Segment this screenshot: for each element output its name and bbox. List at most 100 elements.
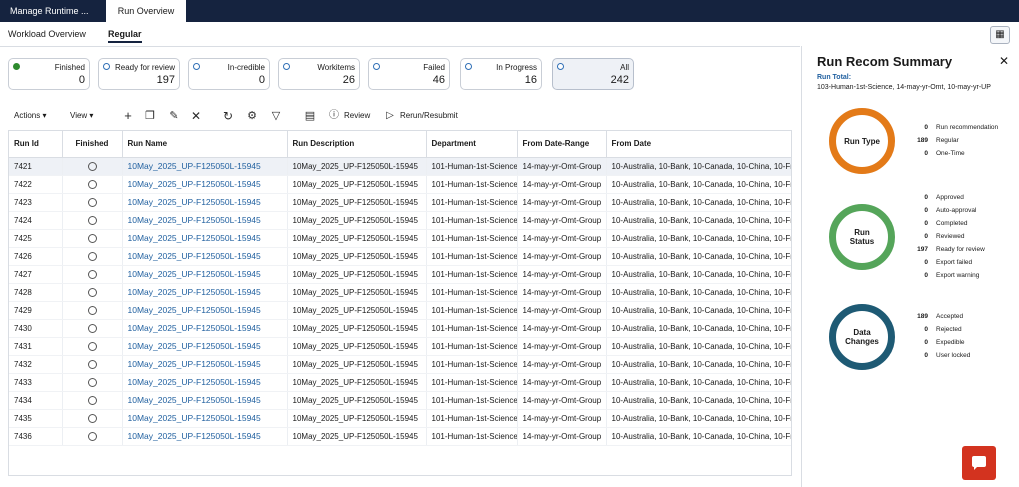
table-row[interactable]: 7435 10May_2025_UP-F125050L-15945 10May_20… [9, 409, 791, 428]
column-header[interactable]: From Date-Range [517, 131, 607, 158]
run-name-link[interactable]: 10May_2025_UP-F125050L-15945 [122, 337, 288, 356]
refresh-icon[interactable]: ↻ [220, 108, 236, 124]
run-name-link[interactable]: 10May_2025_UP-F125050L-15945 [122, 283, 288, 302]
stat-row: 0 Rejected [906, 324, 961, 335]
table-row[interactable]: 7424 10May_2025_UP-F125050L-15945 10May_20… [9, 211, 791, 230]
table-row[interactable]: 7431 10May_2025_UP-F125050L-15945 10May_20… [9, 337, 791, 356]
column-header[interactable]: From Date [606, 131, 791, 158]
subnav-regular[interactable]: Regular [108, 29, 142, 43]
table-row[interactable]: 7427 10May_2025_UP-F125050L-15945 10May_20… [9, 265, 791, 284]
finished-radio[interactable] [87, 269, 97, 279]
table-row[interactable]: 7432 10May_2025_UP-F125050L-15945 10May_20… [9, 355, 791, 374]
column-header[interactable]: Run Id [9, 131, 63, 158]
finished-cell [62, 355, 123, 374]
table-row[interactable]: 7434 10May_2025_UP-F125050L-15945 10May_20… [9, 391, 791, 410]
info-icon[interactable]: ⓘ [326, 108, 342, 124]
card-all[interactable]: All 242 [552, 58, 634, 90]
run-name-link[interactable]: 10May_2025_UP-F125050L-15945 [122, 175, 288, 194]
run-type-label: Run Type [844, 136, 880, 146]
view-menu[interactable]: View ▾ [70, 106, 93, 126]
card-in-progress[interactable]: In Progress 16 [460, 58, 542, 90]
play-icon[interactable]: ▷ [382, 108, 398, 124]
table-row[interactable]: 7429 10May_2025_UP-F125050L-15945 10May_20… [9, 301, 791, 320]
table-row[interactable]: 7433 10May_2025_UP-F125050L-15945 10May_20… [9, 373, 791, 392]
run-name-link[interactable]: 10May_2025_UP-F125050L-15945 [122, 427, 288, 446]
close-icon[interactable]: ✕ [999, 54, 1009, 68]
run-name-link[interactable]: 10May_2025_UP-F125050L-15945 [122, 157, 288, 176]
subnav-workload-overview[interactable]: Workload Overview [8, 29, 86, 39]
copy-icon[interactable]: ❐ [142, 108, 158, 124]
finished-radio[interactable] [87, 341, 97, 351]
finished-radio[interactable] [87, 233, 97, 243]
table-row[interactable]: 7422 10May_2025_UP-F125050L-15945 10May_20… [9, 175, 791, 194]
columns-icon[interactable]: ▤ [302, 108, 318, 124]
finished-radio[interactable] [87, 413, 97, 423]
finished-radio[interactable] [87, 215, 97, 225]
table-row[interactable]: 7428 10May_2025_UP-F125050L-15945 10May_20… [9, 283, 791, 302]
review-button[interactable]: Review [344, 106, 370, 126]
finished-radio[interactable] [87, 179, 97, 189]
chat-icon[interactable] [962, 446, 996, 480]
column-header[interactable]: Run Description [287, 131, 427, 158]
edit-icon[interactable]: ✎ [166, 108, 182, 124]
run-name-link[interactable]: 10May_2025_UP-F125050L-15945 [122, 211, 288, 230]
actions-menu[interactable]: Actions ▾ [14, 106, 46, 126]
finished-radio[interactable] [87, 323, 97, 333]
column-header[interactable]: Department [426, 131, 518, 158]
run-name-link[interactable]: 10May_2025_UP-F125050L-15945 [122, 409, 288, 428]
table-row[interactable]: 7430 10May_2025_UP-F125050L-15945 10May_20… [9, 319, 791, 338]
finished-radio[interactable] [87, 287, 97, 297]
from-date-cell: 10-Australia, 10-Bank, 10-Canada, 10-Chi… [606, 409, 791, 428]
column-header[interactable]: Finished [62, 131, 123, 158]
table-row[interactable]: 7436 10May_2025_UP-F125050L-15945 10May_20… [9, 427, 791, 446]
column-header[interactable]: Run Name [122, 131, 288, 158]
filter-icon[interactable]: ▽ [268, 108, 284, 124]
finished-radio[interactable] [87, 161, 97, 171]
run-name-link[interactable]: 10May_2025_UP-F125050L-15945 [122, 247, 288, 266]
run-id-cell: 7434 [9, 391, 63, 410]
finished-radio[interactable] [87, 305, 97, 315]
table-row[interactable]: 7423 10May_2025_UP-F125050L-15945 10May_20… [9, 193, 791, 212]
run-name-link[interactable]: 10May_2025_UP-F125050L-15945 [122, 391, 288, 410]
table-row[interactable]: 7425 10May_2025_UP-F125050L-15945 10May_20… [9, 229, 791, 248]
run-name-link[interactable]: 10May_2025_UP-F125050L-15945 [122, 355, 288, 374]
finished-radio[interactable] [87, 251, 97, 261]
table-row[interactable]: 7421 10May_2025_UP-F125050L-15945 10May_20… [9, 157, 791, 176]
run-name-link[interactable]: 10May_2025_UP-F125050L-15945 [122, 265, 288, 284]
from-date-cell: 10-Australia, 10-Bank, 10-Canada, 10-Chi… [606, 355, 791, 374]
run-name-link[interactable]: 10May_2025_UP-F125050L-15945 [122, 373, 288, 392]
finished-radio[interactable] [87, 395, 97, 405]
finished-radio[interactable] [87, 359, 97, 369]
finished-cell [62, 391, 123, 410]
from-date-range-cell: 14-may-yr-Omt-Group [517, 175, 607, 194]
finished-radio[interactable] [87, 431, 97, 441]
card-finished[interactable]: Finished 0 [8, 58, 90, 90]
run-name-link[interactable]: 10May_2025_UP-F125050L-15945 [122, 193, 288, 212]
card-workitems[interactable]: Workitems 26 [278, 58, 360, 90]
run-name-link[interactable]: 10May_2025_UP-F125050L-15945 [122, 319, 288, 338]
from-date-range-cell: 14-may-yr-Omt-Group [517, 247, 607, 266]
tab-manage-runtime[interactable]: Manage Runtime ... [0, 0, 100, 22]
card-value: 16 [524, 74, 537, 86]
finished-radio[interactable] [87, 197, 97, 207]
card-failed[interactable]: Failed 46 [368, 58, 450, 90]
run-description-cell: 10May_2025_UP-F125050L-15945 [287, 283, 427, 302]
card-ready-for-review[interactable]: Ready for review 197 [98, 58, 180, 90]
rerun-resubmit-button[interactable]: Rerun/Resubmit [400, 106, 458, 126]
calendar-icon[interactable]: ▦ [990, 26, 1010, 44]
tab-run-overview[interactable]: Run Overview [106, 0, 186, 22]
delete-icon[interactable]: ✕ [188, 108, 204, 124]
settings-icon[interactable]: ⚙ [244, 108, 260, 124]
data-changes-label: Data Changes [845, 328, 879, 346]
table-row[interactable]: 7426 10May_2025_UP-F125050L-15945 10May_20… [9, 247, 791, 266]
card-label: Ready for review [114, 63, 175, 72]
card-in-credible[interactable]: In-credible 0 [188, 58, 270, 90]
finished-radio[interactable] [87, 377, 97, 387]
run-name-link[interactable]: 10May_2025_UP-F125050L-15945 [122, 301, 288, 320]
add-icon[interactable]: + [120, 108, 136, 124]
department-cell: 101-Human-1st-Science [426, 247, 518, 266]
run-name-link[interactable]: 10May_2025_UP-F125050L-15945 [122, 229, 288, 248]
department-cell: 101-Human-1st-Science [426, 427, 518, 446]
stat-row: 0 Approved [906, 192, 963, 203]
stat-count: 189 [917, 313, 928, 320]
